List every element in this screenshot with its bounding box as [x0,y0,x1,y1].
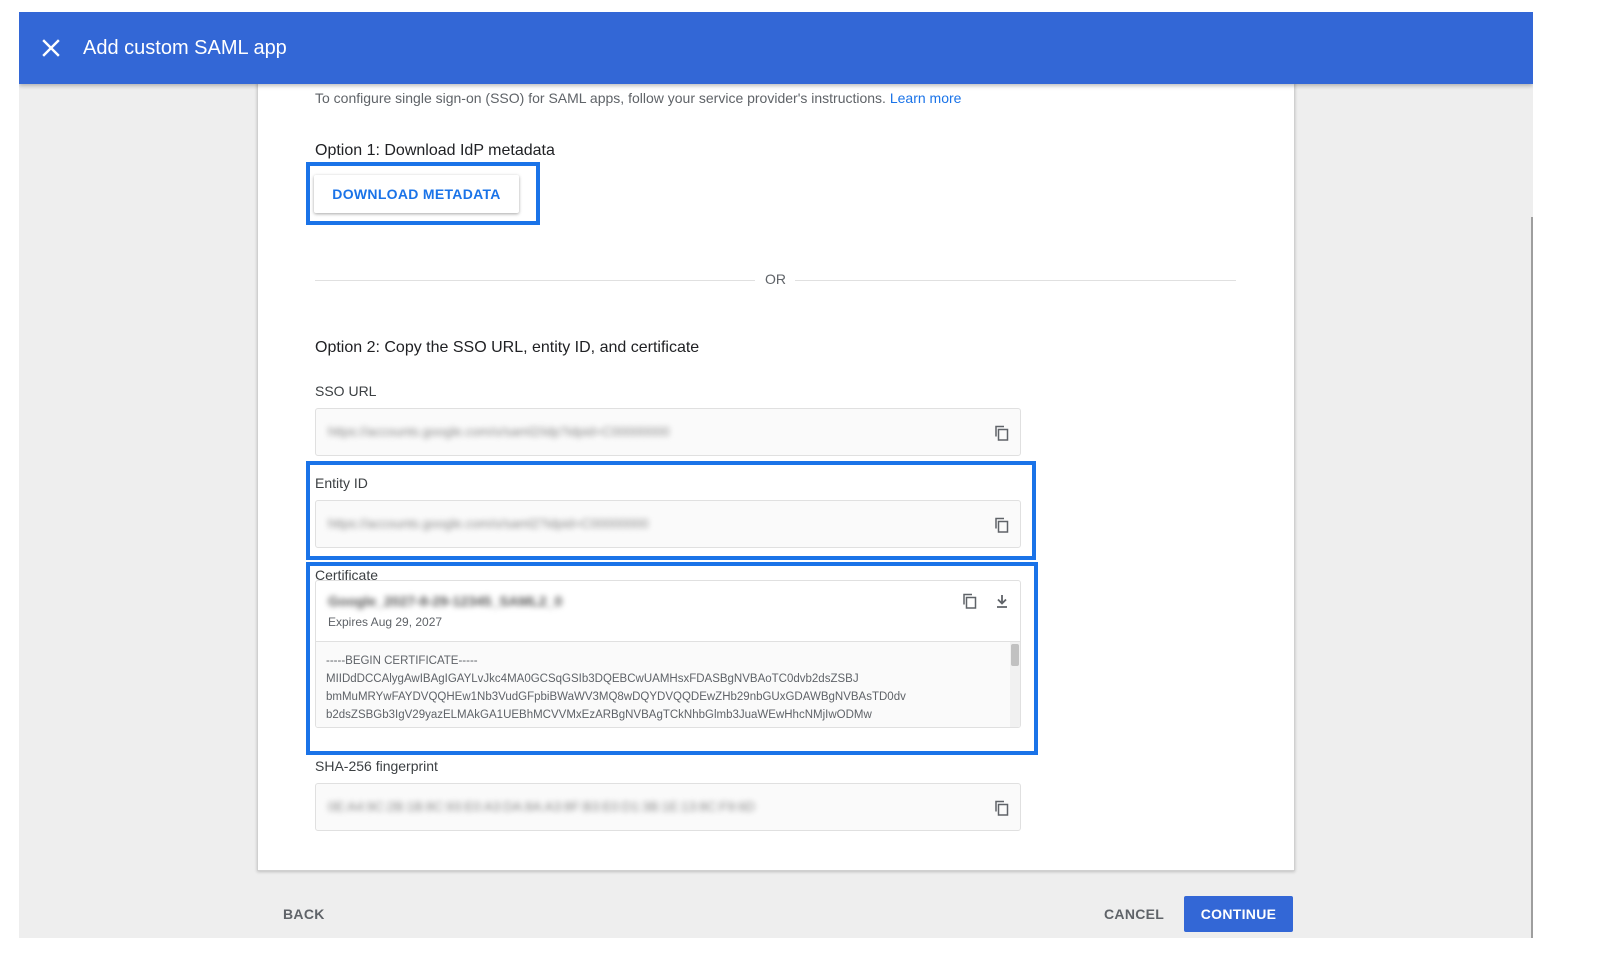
pem-line: bmMuMRYwFAYDVQQHEw1Nb3VudGFpbiBWaWV3MQ8w… [326,691,906,703]
or-divider: OR [315,269,1236,291]
pem-line: -----BEGIN CERTIFICATE----- [326,655,478,667]
pem-scrollbar[interactable] [1010,642,1020,727]
sso-url-value: https://accounts.google.com/o/saml2/idp?… [328,424,670,439]
dialog-frame: Add custom SAML app To configure single … [19,12,1533,938]
continue-button[interactable]: CONTINUE [1184,896,1293,932]
back-button[interactable]: BACK [283,906,325,922]
page-title: Add custom SAML app [83,36,287,59]
cancel-button[interactable]: CANCEL [1104,906,1164,922]
intro-sentence: To configure single sign-on (SSO) for SA… [315,90,886,106]
download-metadata-button[interactable]: DOWNLOAD METADATA [314,175,519,213]
pem-line: MIIDdDCCAlygAwIBAgIGAYLvJkc4MA0GCSqGSIb3… [326,673,859,685]
pem-line: b2dsZSBGb3IgV29yazELMAkGA1UEBhMCVVMxEzAR… [326,709,872,721]
pem-scroll-thumb[interactable] [1011,644,1019,666]
close-icon[interactable] [39,36,63,60]
content-card: To configure single sign-on (SSO) for SA… [257,52,1295,871]
copy-icon[interactable] [993,424,1011,442]
copy-icon[interactable] [993,516,1011,534]
divider-line-left [315,280,755,281]
copy-icon[interactable] [961,592,979,610]
fingerprint-label: SHA-256 fingerprint [315,758,438,774]
page-scrollbar[interactable] [1531,217,1533,938]
download-icon[interactable] [993,592,1011,610]
entity-id-label: Entity ID [315,475,368,491]
sso-url-label: SSO URL [315,383,377,399]
certificate-pem[interactable]: -----BEGIN CERTIFICATE----- MIIDdDCCAlyg… [316,641,1020,727]
entity-id-field[interactable]: https://accounts.google.com/o/saml2?idpi… [315,500,1021,548]
option1-heading: Option 1: Download IdP metadata [315,142,555,159]
header-bar: Add custom SAML app [19,12,1533,84]
or-label: OR [765,271,786,287]
option2-heading: Option 2: Copy the SSO URL, entity ID, a… [315,339,700,356]
fingerprint-field[interactable]: 0E:A4:9C:2B:1B:8C:93:E0:A3:DA:8A:A3:8F:B… [315,783,1021,831]
intro-text: To configure single sign-on (SSO) for SA… [315,90,961,106]
copy-icon[interactable] [993,799,1011,817]
certificate-expiry: Expires Aug 29, 2027 [328,615,443,629]
sso-url-field[interactable]: https://accounts.google.com/o/saml2/idp?… [315,408,1021,456]
divider-line-right [795,280,1236,281]
entity-id-value: https://accounts.google.com/o/saml2?idpi… [328,516,649,531]
learn-more-link[interactable]: Learn more [890,90,962,106]
certificate-name: Google_2027-8-29-12345_SAML2_0 [328,593,563,609]
certificate-box: Google_2027-8-29-12345_SAML2_0 Expires A… [315,580,1021,728]
fingerprint-value: 0E:A4:9C:2B:1B:8C:93:E0:A3:DA:8A:A3:8F:B… [328,799,756,814]
